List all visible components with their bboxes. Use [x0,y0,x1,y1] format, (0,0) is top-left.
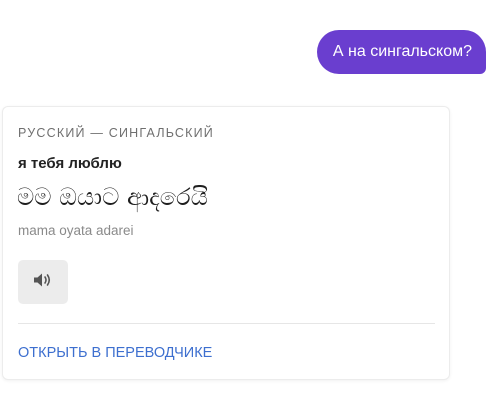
translated-text: මම ඔයාට ආදරෙයි [17,183,208,211]
open-in-translator-link[interactable]: Открыть в переводчике [18,345,212,361]
source-text: я тебя люблю [18,155,122,172]
play-audio-button[interactable] [18,260,68,304]
user-message-text: А на сингальском? [332,43,472,60]
transliteration-text: mama oyata adarei [18,223,134,238]
language-pair-label: Русский — Сингальский [18,126,214,140]
user-message-bubble: А на сингальском? [316,30,486,74]
translation-card: Русский — Сингальский я тебя люблю මම ඔය… [2,106,450,380]
chat-page: А на сингальском? Русский — Сингальский … [0,0,492,402]
speaker-icon [33,272,53,293]
card-divider [18,323,435,324]
